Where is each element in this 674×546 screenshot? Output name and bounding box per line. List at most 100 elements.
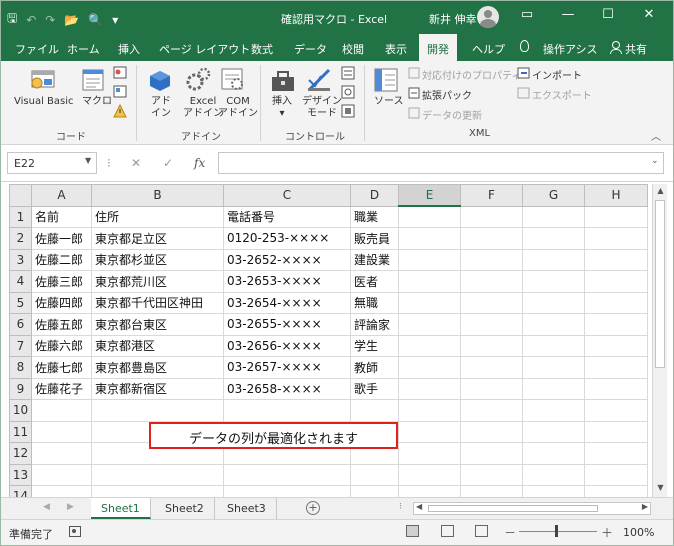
cell-b13[interactable] — [91, 463, 224, 486]
tab-help[interactable]: ヘルプ — [472, 41, 505, 57]
scroll-down-icon[interactable]: ▼ — [654, 483, 667, 495]
cell-g9[interactable] — [522, 377, 585, 400]
cell-g5[interactable] — [522, 291, 585, 314]
cell-d6[interactable]: 評論家 — [350, 313, 399, 336]
cell-d8[interactable]: 教師 — [350, 356, 399, 379]
column-header-g[interactable]: G — [522, 184, 585, 207]
cell-b8[interactable]: 東京都豊島区 — [91, 356, 224, 379]
cell-g10[interactable] — [522, 399, 585, 422]
cell-f7[interactable] — [460, 334, 523, 357]
cell-b1[interactable]: 住所 — [91, 205, 224, 228]
cell-c1[interactable]: 電話番号 — [223, 205, 351, 228]
add-sheet-icon[interactable]: + — [306, 501, 320, 515]
cell-b10[interactable] — [91, 399, 224, 422]
row-header[interactable]: 9 — [9, 377, 32, 400]
sheet-tab-sheet1[interactable]: Sheet1 — [91, 498, 151, 519]
zoom-level[interactable]: 100% — [623, 526, 654, 539]
column-header-h[interactable]: H — [584, 184, 648, 207]
formula-input[interactable] — [218, 152, 664, 174]
cell-g12[interactable] — [522, 442, 585, 465]
cell-h5[interactable] — [584, 291, 648, 314]
cell-f5[interactable] — [460, 291, 523, 314]
row-header[interactable]: 3 — [9, 248, 32, 271]
cell-a10[interactable] — [31, 399, 92, 422]
cell-a3[interactable]: 佐藤二郎 — [31, 248, 92, 271]
relative-reference-icon[interactable] — [113, 85, 127, 99]
cell-g1[interactable] — [522, 205, 585, 228]
undo-icon[interactable]: ↶ — [26, 13, 36, 27]
cell-c2[interactable]: 0120-253-×××× — [223, 227, 351, 250]
excel-addin-gear-icon[interactable] — [185, 67, 211, 93]
open-icon[interactable]: 📂 — [64, 13, 79, 27]
cell-f9[interactable] — [460, 377, 523, 400]
save-icon[interactable]: 🖫 — [7, 9, 17, 30]
column-header-a[interactable]: A — [31, 184, 92, 207]
visual-basic-icon[interactable] — [29, 67, 57, 91]
enter-check-icon[interactable]: ✓ — [163, 156, 173, 170]
cell-a6[interactable]: 佐藤五郎 — [31, 313, 92, 336]
cell-c6[interactable]: 03-2655-×××× — [223, 313, 351, 336]
cell-e12[interactable] — [398, 442, 461, 465]
tab-developer[interactable]: 開発 — [419, 34, 457, 61]
splitter-dots-icon[interactable]: ⁝ — [399, 502, 402, 512]
macro-button[interactable]: マクロ — [82, 96, 112, 108]
cell-g11[interactable] — [522, 420, 585, 443]
zoom-in-button[interactable]: ＋ — [601, 524, 613, 541]
cell-g4[interactable] — [522, 270, 585, 293]
cell-b7[interactable]: 東京都港区 — [91, 334, 224, 357]
cell-d1[interactable]: 職業 — [350, 205, 399, 228]
row-header[interactable]: 4 — [9, 270, 32, 293]
cell-d3[interactable]: 建設業 — [350, 248, 399, 271]
cell-a1[interactable]: 名前 — [31, 205, 92, 228]
zoom-out-button[interactable]: － — [504, 524, 516, 541]
view-code-icon[interactable] — [341, 85, 355, 99]
customize-icon[interactable]: ▾ — [112, 13, 118, 27]
cell-e2[interactable] — [398, 227, 461, 250]
cell-g7[interactable] — [522, 334, 585, 357]
print-preview-icon[interactable]: 🔍 — [88, 13, 103, 27]
cell-b5[interactable]: 東京都千代田区神田 — [91, 291, 224, 314]
cell-a7[interactable]: 佐藤六郎 — [31, 334, 92, 357]
record-macro-icon[interactable] — [113, 66, 127, 80]
design-mode-button[interactable]: デザイン モード — [302, 96, 342, 120]
sheet-tab-sheet2[interactable]: Sheet2 — [155, 498, 215, 519]
insert-function-icon[interactable]: fx — [194, 156, 205, 170]
cell-g3[interactable] — [522, 248, 585, 271]
tab-page-layout[interactable]: ページ レイアウト — [159, 41, 250, 57]
cell-h12[interactable] — [584, 442, 648, 465]
sheet-next-icon[interactable]: ▶ — [67, 502, 74, 512]
redo-icon[interactable]: ↷ — [45, 13, 55, 27]
cell-c3[interactable]: 03-2652-×××× — [223, 248, 351, 271]
cell-f1[interactable] — [460, 205, 523, 228]
vertical-scrollbar[interactable]: ▲ ▼ — [652, 184, 667, 497]
cell-f2[interactable] — [460, 227, 523, 250]
select-all-corner[interactable] — [9, 184, 32, 207]
xml-source-icon[interactable] — [373, 67, 401, 93]
cell-h2[interactable] — [584, 227, 648, 250]
zoom-slider-thumb[interactable] — [555, 525, 558, 537]
cell-f6[interactable] — [460, 313, 523, 336]
cell-d13[interactable] — [350, 463, 399, 486]
cell-f8[interactable] — [460, 356, 523, 379]
properties-icon[interactable] — [341, 66, 355, 80]
expansion-packs-button[interactable]: 拡張パック — [422, 87, 472, 102]
cell-e11[interactable] — [398, 420, 461, 443]
cell-h1[interactable] — [584, 205, 648, 228]
cell-c5[interactable]: 03-2654-×××× — [223, 291, 351, 314]
column-header-c[interactable]: C — [223, 184, 351, 207]
tab-data[interactable]: データ — [294, 41, 327, 57]
cell-a12[interactable] — [31, 442, 92, 465]
cell-d9[interactable]: 歌手 — [350, 377, 399, 400]
cell-e9[interactable] — [398, 377, 461, 400]
cell-b3[interactable]: 東京都杉並区 — [91, 248, 224, 271]
cell-h9[interactable] — [584, 377, 648, 400]
cell-g8[interactable] — [522, 356, 585, 379]
close-icon[interactable]: ✕ — [639, 7, 659, 22]
cell-c7[interactable]: 03-2656-×××× — [223, 334, 351, 357]
cell-d5[interactable]: 無職 — [350, 291, 399, 314]
row-header[interactable]: 5 — [9, 291, 32, 314]
addin-button[interactable]: アド イン — [151, 96, 171, 120]
cell-c8[interactable]: 03-2657-×××× — [223, 356, 351, 379]
cell-h10[interactable] — [584, 399, 648, 422]
sheet-prev-icon[interactable]: ◀ — [43, 502, 50, 512]
